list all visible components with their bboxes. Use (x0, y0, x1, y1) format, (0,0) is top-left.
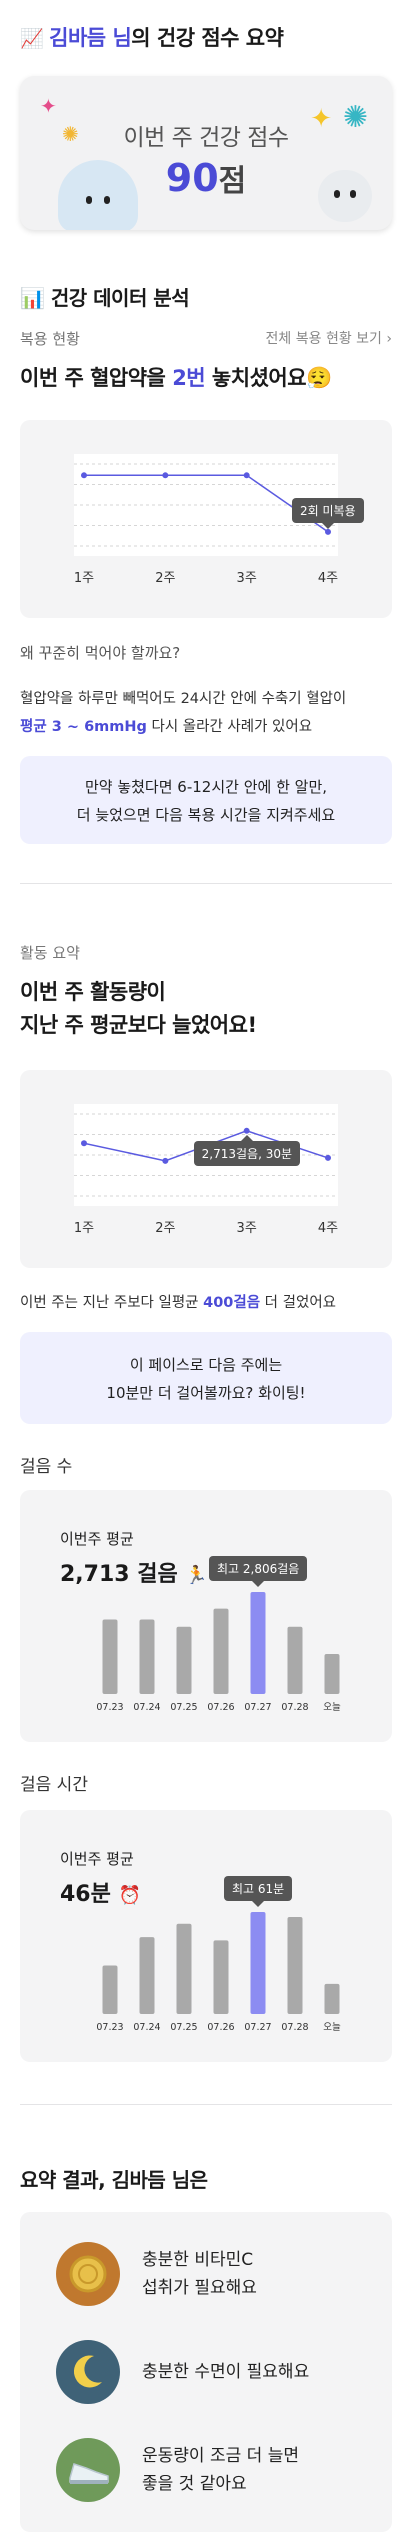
activity-body: 이번 주는 지난 주보다 일평균 400걸음 더 걸었어요 (20, 1295, 336, 1311)
score-title: 이번 주 건강 점수 (123, 125, 289, 151)
summary-item-line2: 좋을 것 같아요 (142, 2474, 247, 2494)
summary-item-line1: 운동량이 조금 더 늘면 (142, 2445, 299, 2466)
walk-time-card: 이번주 평균 46분 ⏰ 07.23 07.24 07.25 07.26 07.27 07… (20, 1810, 392, 2062)
health-score-card: ✦ ✺ ✺ ✦ 이번 주 건강 점수 90점 (20, 76, 392, 230)
bar (213, 1940, 229, 2014)
x-tick-label: 07.24 (133, 1702, 160, 1713)
bar (102, 1965, 118, 2014)
x-tick-label: 오늘 (323, 2022, 341, 2033)
x-tick-label: 4주 (318, 1221, 338, 1236)
medication-chart-card: 1주 2주 3주 4주 2회 미복용 (20, 420, 392, 618)
sparkle-icon: ✦ (40, 94, 57, 118)
max-tooltip: 최고 2,806걸음 (209, 1556, 308, 1587)
x-tick-label: 07.28 (281, 2022, 308, 2033)
bar-chart-icon: 📊 (20, 286, 45, 310)
bar (139, 1619, 155, 1694)
medication-headline: 이번 주 혈압약을 2번 놓치셨어요😮‍💨 (20, 366, 332, 390)
analysis-title: 📊 건강 데이터 분석 (20, 286, 190, 310)
summary-item-sleep: 충분한 수면이 필요해요 (56, 2336, 356, 2408)
header-suffix: 의 건강 점수 요약 (131, 26, 284, 50)
x-tick-label: 07.26 (207, 2022, 234, 2033)
bar (213, 1608, 229, 1694)
x-tick-label: 4주 (318, 571, 338, 586)
x-tick-label: 1주 (74, 571, 94, 586)
exhale-emoji-icon: 😮‍💨 (306, 366, 332, 390)
chevron-right-icon: › (386, 331, 392, 347)
chart-up-icon: 📈 (20, 28, 44, 50)
medication-section-label: 복용 현황 전체 복용 현황 보기 › (20, 328, 392, 348)
activity-section-label: 활동 요약 (20, 944, 80, 962)
bar (176, 1626, 192, 1694)
x-tick-label: 07.23 (96, 2022, 123, 2033)
score-value: 90점 (165, 156, 247, 200)
bar (250, 1592, 266, 1694)
bar (287, 1626, 303, 1694)
x-tick-label: 3주 (237, 571, 257, 586)
activity-tip-box: 이 페이스로 다음 주에는 10분만 더 걸어볼까요? 화이팅! (20, 1332, 392, 1424)
x-tick-label: 07.27 (244, 1702, 271, 1713)
page-header: 📈 김바듬 님의 건강 점수 요약 (20, 22, 392, 52)
activity-chart-card: 1주 2주 3주 4주 2,713걸음, 30분 (20, 1070, 392, 1268)
data-point (81, 472, 87, 479)
max-tooltip: 최고 61분 (224, 1876, 293, 1907)
divider (20, 883, 392, 884)
x-tick-label: 오늘 (323, 1702, 341, 1713)
steps-section-label: 걸음 수 (20, 1457, 73, 1477)
why-body: 혈압약을 하루만 빼먹어도 24시간 안에 수축기 혈압이 평균 3 ~ 6mmH… (20, 691, 347, 735)
summary-item-line2: 섭취가 필요해요 (142, 2278, 257, 2298)
bar (324, 1983, 340, 2014)
activity-headline: 이번 주 활동량이 지난 주 평균보다 늘었어요! (20, 980, 257, 1037)
x-tick-label: 07.27 (244, 2022, 271, 2033)
why-title: 왜 꾸준히 먹어야 할까요? (20, 644, 181, 662)
x-tick-label: 07.25 (170, 2022, 197, 2033)
medication-tip-box: 만약 놓쳤다면 6-12시간 안에 한 알만, 더 늦었으면 다음 복용 시간을 … (20, 756, 392, 844)
x-tick-label: 2주 (155, 1221, 175, 1236)
x-tick-label: 07.26 (207, 1702, 234, 1713)
annotation-tooltip: 2,713걸음, 30분 (193, 1134, 301, 1166)
walk-time-bar-chart: 07.23 07.24 07.25 07.26 07.27 07.28 오늘 (96, 1912, 341, 2033)
x-tick-label: 07.25 (170, 1702, 197, 1713)
coin-icon (56, 2242, 120, 2306)
bar (102, 1619, 118, 1694)
divider (20, 2104, 392, 2105)
summary-item-vitamin: 충분한 비타민C 섭취가 필요해요 (56, 2238, 356, 2310)
bar (324, 1654, 340, 1694)
walk-time-section-label: 걸음 시간 (20, 1775, 88, 1795)
x-tick-label: 3주 (237, 1221, 257, 1236)
steps-bar-chart: 07.23 07.24 07.25 07.26 07.27 07.28 오늘 (96, 1592, 341, 1713)
bar (250, 1912, 266, 2014)
view-all-medication-link[interactable]: 전체 복용 현황 보기 › (266, 328, 392, 348)
data-point (243, 472, 250, 479)
x-tick-label: 07.23 (96, 1702, 123, 1713)
data-point (162, 472, 169, 479)
data-point (81, 1140, 87, 1147)
x-tick-label: 07.24 (133, 2022, 160, 2033)
x-tick-label: 07.28 (281, 1702, 308, 1713)
steps-card: 이번주 평균 2,713 걸음 🏃 07.23 07.24 07.25 07.26 07… (20, 1490, 392, 1742)
sneaker-icon (56, 2438, 120, 2502)
annotation-tooltip: 2회 미복용 (292, 497, 364, 529)
bar (139, 1937, 155, 2014)
x-tick-label: 1주 (74, 1221, 94, 1236)
summary-item-exercise: 운동량이 조금 더 늘면좋을 것 같아요 (56, 2434, 356, 2506)
data-point (325, 1154, 331, 1161)
user-name: 김바듬 님 (49, 26, 132, 50)
bar (176, 1923, 192, 2014)
bar (287, 1917, 303, 2014)
summary-item-line1: 충분한 비타민C (142, 2249, 254, 2270)
activity-line-chart: 1주 2주 3주 4주 (74, 1104, 338, 1236)
summary-item-line1: 충분한 수면이 필요해요 (142, 2361, 310, 2382)
moon-icon (56, 2340, 120, 2404)
data-point (162, 1157, 169, 1164)
summary-title: 요약 결과, 김바듬 님은 (20, 2168, 208, 2192)
x-tick-label: 2주 (155, 571, 175, 586)
